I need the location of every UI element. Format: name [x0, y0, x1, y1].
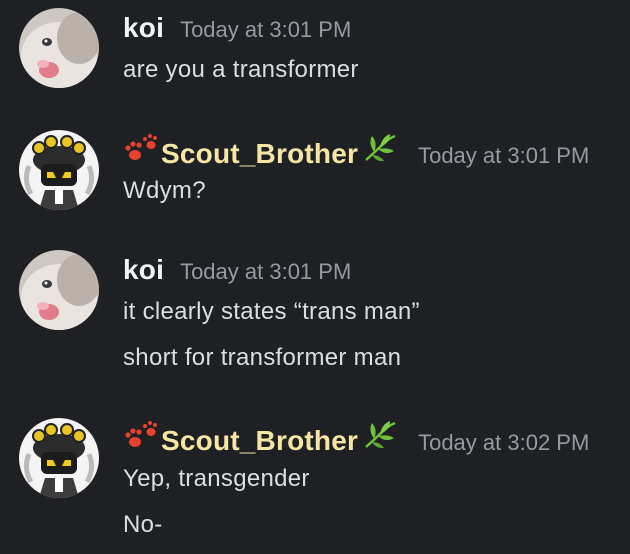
message-header: Scout_Brother Today at 3:01 PM: [123, 133, 589, 173]
leaf-icon: [360, 420, 398, 450]
paw-print-icon: [123, 133, 161, 163]
message-header: koi Today at 3:01 PM: [123, 254, 351, 294]
author-name[interactable]: koi: [123, 254, 164, 286]
message-timestamp[interactable]: Today at 3:01 PM: [180, 259, 351, 285]
robot-avatar-icon[interactable]: [19, 418, 99, 498]
leaf-icon: [360, 133, 398, 163]
author-name[interactable]: Scout_Brother: [161, 138, 358, 170]
message-timestamp[interactable]: Today at 3:01 PM: [180, 17, 351, 43]
message-text: Wdym?: [123, 177, 206, 204]
paw-print-icon: [123, 420, 161, 450]
message-text: are you a transformer: [123, 56, 359, 83]
cat-avatar-icon[interactable]: [19, 8, 99, 88]
message-timestamp[interactable]: Today at 3:02 PM: [418, 430, 589, 456]
message-timestamp[interactable]: Today at 3:01 PM: [418, 143, 589, 169]
message-text: Yep, transgender: [123, 465, 310, 492]
message-header: koi Today at 3:01 PM: [123, 12, 351, 52]
message-text: short for transformer man: [123, 344, 402, 371]
robot-avatar-icon[interactable]: [19, 130, 99, 210]
author-name[interactable]: koi: [123, 12, 164, 44]
cat-avatar-icon[interactable]: [19, 250, 99, 330]
author-name[interactable]: Scout_Brother: [161, 425, 358, 457]
message-text: it clearly states “trans man”: [123, 298, 420, 325]
message-header: Scout_Brother Today at 3:02 PM: [123, 420, 589, 460]
message-text: No-: [123, 511, 163, 538]
